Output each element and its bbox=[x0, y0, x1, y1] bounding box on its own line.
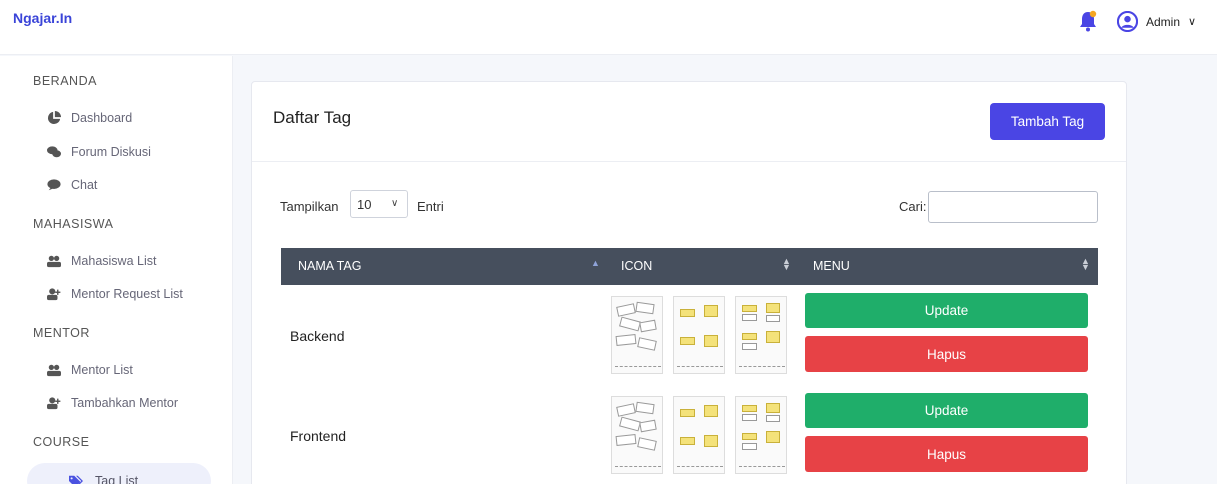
comments-icon bbox=[47, 146, 61, 158]
user-plus-icon bbox=[47, 288, 61, 301]
tag-name: Backend bbox=[290, 328, 345, 344]
sidebar-section-course: COURSE bbox=[33, 435, 90, 449]
sidebar-section-mentor: MENTOR bbox=[33, 326, 90, 340]
update-button[interactable]: Update bbox=[805, 393, 1088, 428]
card-header: Daftar Tag Tambah Tag bbox=[252, 82, 1126, 162]
tags-icon bbox=[69, 475, 83, 484]
pie-chart-icon bbox=[47, 111, 61, 125]
table-header: NAMA TAG ▲ ICON ▲ ▼ MENU ▲ ▼ bbox=[281, 248, 1098, 285]
sidebar-item-label: Mentor Request List bbox=[71, 287, 183, 301]
column-header-icon[interactable]: ICON bbox=[621, 259, 652, 273]
chevron-down-icon[interactable]: ∨ bbox=[1188, 15, 1196, 28]
sidebar: BERANDA Dashboard Forum Diskusi Chat MAH… bbox=[0, 56, 233, 484]
column-header-menu[interactable]: MENU bbox=[813, 259, 850, 273]
sidebar-item-dashboard[interactable]: Dashboard bbox=[47, 108, 132, 128]
tag-list-card: Daftar Tag Tambah Tag Tampilkan 10 ∨ Ent… bbox=[251, 81, 1127, 484]
chat-icon bbox=[47, 179, 61, 191]
search-input[interactable] bbox=[928, 191, 1098, 223]
sidebar-item-label: Mahasiswa List bbox=[71, 254, 157, 268]
sidebar-item-forum-diskusi[interactable]: Forum Diskusi bbox=[47, 142, 151, 162]
update-button[interactable]: Update bbox=[805, 293, 1088, 328]
users-icon bbox=[47, 364, 61, 377]
chevron-down-icon: ∨ bbox=[391, 198, 399, 209]
sidebar-item-tag-list[interactable]: Tag List bbox=[27, 463, 211, 484]
add-tag-button[interactable]: Tambah Tag bbox=[990, 103, 1105, 140]
sort-icon[interactable]: ▲ ▼ bbox=[1081, 257, 1090, 272]
page-size-select[interactable]: 10 ∨ bbox=[350, 190, 408, 218]
page-size-label: Tampilkan bbox=[280, 199, 339, 214]
column-header-nama-tag[interactable]: NAMA TAG bbox=[298, 259, 361, 273]
bell-icon[interactable] bbox=[1078, 10, 1098, 32]
sidebar-item-label: Mentor List bbox=[71, 363, 133, 377]
delete-button[interactable]: Hapus bbox=[805, 436, 1088, 472]
sidebar-item-label: Forum Diskusi bbox=[71, 145, 151, 159]
sidebar-item-label: Tag List bbox=[95, 474, 139, 484]
sidebar-section-beranda: BERANDA bbox=[33, 74, 97, 88]
sort-asc-icon[interactable]: ▲ bbox=[591, 258, 600, 268]
top-navbar: Ngajar.In Admin ∨ bbox=[0, 0, 1217, 55]
sidebar-item-tambahkan-mentor[interactable]: Tambahkan Mentor bbox=[47, 393, 178, 413]
sidebar-item-label: Chat bbox=[71, 178, 98, 192]
sidebar-section-mahasiswa: MAHASISWA bbox=[33, 217, 114, 231]
sidebar-item-mentor-list[interactable]: Mentor List bbox=[47, 360, 133, 380]
delete-button[interactable]: Hapus bbox=[805, 336, 1088, 372]
sidebar-item-label: Tambahkan Mentor bbox=[71, 396, 179, 410]
search-label: Cari: bbox=[899, 199, 927, 214]
page-title: Daftar Tag bbox=[273, 108, 352, 127]
user-plus-icon bbox=[47, 397, 61, 410]
brand-logo[interactable]: Ngajar.In bbox=[13, 10, 72, 26]
entries-label: Entri bbox=[417, 199, 444, 214]
sidebar-item-mahasiswa-list[interactable]: Mahasiswa List bbox=[47, 251, 156, 271]
sidebar-item-chat[interactable]: Chat bbox=[47, 175, 97, 195]
table-row: Backend Update Hapus bbox=[281, 286, 1098, 386]
user-circle-icon[interactable] bbox=[1117, 11, 1138, 32]
sidebar-item-mentor-request-list[interactable]: Mentor Request List bbox=[47, 284, 183, 304]
sort-icon[interactable]: ▲ ▼ bbox=[782, 257, 791, 272]
user-name[interactable]: Admin bbox=[1146, 15, 1180, 29]
sidebar-item-label: Dashboard bbox=[71, 111, 133, 125]
table-row: Frontend Update Hapus bbox=[281, 386, 1098, 484]
page-size-value: 10 bbox=[357, 196, 372, 212]
tag-name: Frontend bbox=[290, 428, 347, 444]
users-icon bbox=[47, 255, 61, 268]
